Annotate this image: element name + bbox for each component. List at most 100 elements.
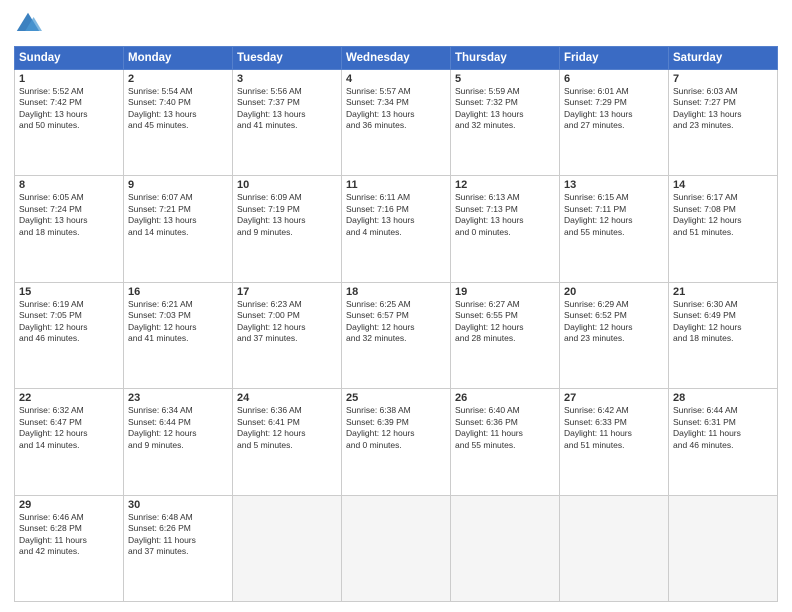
logo [14,10,46,38]
day-info: Sunrise: 6:48 AMSunset: 6:26 PMDaylight:… [128,512,228,558]
calendar-day-cell [233,495,342,601]
calendar-day-cell: 12Sunrise: 6:13 AMSunset: 7:13 PMDayligh… [451,176,560,282]
day-info: Sunrise: 6:32 AMSunset: 6:47 PMDaylight:… [19,405,119,451]
day-number: 11 [346,179,446,191]
calendar-day-cell: 23Sunrise: 6:34 AMSunset: 6:44 PMDayligh… [124,389,233,495]
calendar-week-row: 29Sunrise: 6:46 AMSunset: 6:28 PMDayligh… [15,495,778,601]
day-info: Sunrise: 6:07 AMSunset: 7:21 PMDaylight:… [128,192,228,238]
calendar-day-cell: 19Sunrise: 6:27 AMSunset: 6:55 PMDayligh… [451,282,560,388]
calendar-day-cell: 14Sunrise: 6:17 AMSunset: 7:08 PMDayligh… [669,176,778,282]
day-info: Sunrise: 6:17 AMSunset: 7:08 PMDaylight:… [673,192,773,238]
day-number: 23 [128,392,228,404]
day-number: 19 [455,286,555,298]
calendar-day-cell: 4Sunrise: 5:57 AMSunset: 7:34 PMDaylight… [342,70,451,176]
day-number: 13 [564,179,664,191]
day-info: Sunrise: 5:56 AMSunset: 7:37 PMDaylight:… [237,86,337,132]
calendar-week-row: 1Sunrise: 5:52 AMSunset: 7:42 PMDaylight… [15,70,778,176]
calendar-day-cell [451,495,560,601]
day-info: Sunrise: 6:29 AMSunset: 6:52 PMDaylight:… [564,299,664,345]
day-number: 30 [128,499,228,511]
day-info: Sunrise: 6:44 AMSunset: 6:31 PMDaylight:… [673,405,773,451]
calendar-day-cell: 30Sunrise: 6:48 AMSunset: 6:26 PMDayligh… [124,495,233,601]
day-info: Sunrise: 5:57 AMSunset: 7:34 PMDaylight:… [346,86,446,132]
day-number: 12 [455,179,555,191]
calendar-day-cell: 11Sunrise: 6:11 AMSunset: 7:16 PMDayligh… [342,176,451,282]
day-number: 4 [346,73,446,85]
day-info: Sunrise: 6:36 AMSunset: 6:41 PMDaylight:… [237,405,337,451]
day-number: 21 [673,286,773,298]
day-info: Sunrise: 6:38 AMSunset: 6:39 PMDaylight:… [346,405,446,451]
day-info: Sunrise: 6:30 AMSunset: 6:49 PMDaylight:… [673,299,773,345]
calendar-header-row: SundayMondayTuesdayWednesdayThursdayFrid… [15,47,778,70]
day-info: Sunrise: 5:54 AMSunset: 7:40 PMDaylight:… [128,86,228,132]
day-info: Sunrise: 6:40 AMSunset: 6:36 PMDaylight:… [455,405,555,451]
logo-icon [14,10,42,38]
day-number: 27 [564,392,664,404]
day-number: 26 [455,392,555,404]
day-number: 5 [455,73,555,85]
header [14,10,778,38]
calendar-day-cell: 15Sunrise: 6:19 AMSunset: 7:05 PMDayligh… [15,282,124,388]
calendar-day-cell: 25Sunrise: 6:38 AMSunset: 6:39 PMDayligh… [342,389,451,495]
page: SundayMondayTuesdayWednesdayThursdayFrid… [0,0,792,612]
day-info: Sunrise: 6:27 AMSunset: 6:55 PMDaylight:… [455,299,555,345]
calendar-day-cell: 10Sunrise: 6:09 AMSunset: 7:19 PMDayligh… [233,176,342,282]
day-info: Sunrise: 6:21 AMSunset: 7:03 PMDaylight:… [128,299,228,345]
day-number: 29 [19,499,119,511]
day-info: Sunrise: 6:09 AMSunset: 7:19 PMDaylight:… [237,192,337,238]
day-info: Sunrise: 6:23 AMSunset: 7:00 PMDaylight:… [237,299,337,345]
calendar-day-cell: 27Sunrise: 6:42 AMSunset: 6:33 PMDayligh… [560,389,669,495]
calendar-day-cell: 2Sunrise: 5:54 AMSunset: 7:40 PMDaylight… [124,70,233,176]
calendar-week-row: 8Sunrise: 6:05 AMSunset: 7:24 PMDaylight… [15,176,778,282]
calendar-day-cell: 5Sunrise: 5:59 AMSunset: 7:32 PMDaylight… [451,70,560,176]
calendar-day-cell: 18Sunrise: 6:25 AMSunset: 6:57 PMDayligh… [342,282,451,388]
calendar-week-row: 22Sunrise: 6:32 AMSunset: 6:47 PMDayligh… [15,389,778,495]
day-number: 28 [673,392,773,404]
day-info: Sunrise: 6:01 AMSunset: 7:29 PMDaylight:… [564,86,664,132]
day-info: Sunrise: 5:52 AMSunset: 7:42 PMDaylight:… [19,86,119,132]
calendar-week-row: 15Sunrise: 6:19 AMSunset: 7:05 PMDayligh… [15,282,778,388]
calendar-body: 1Sunrise: 5:52 AMSunset: 7:42 PMDaylight… [15,70,778,602]
day-number: 25 [346,392,446,404]
day-info: Sunrise: 6:15 AMSunset: 7:11 PMDaylight:… [564,192,664,238]
calendar-header-cell: Sunday [15,47,124,70]
day-number: 1 [19,73,119,85]
day-number: 10 [237,179,337,191]
calendar-day-cell: 16Sunrise: 6:21 AMSunset: 7:03 PMDayligh… [124,282,233,388]
day-number: 2 [128,73,228,85]
calendar-header-cell: Thursday [451,47,560,70]
calendar-header-cell: Wednesday [342,47,451,70]
calendar-day-cell: 20Sunrise: 6:29 AMSunset: 6:52 PMDayligh… [560,282,669,388]
calendar: SundayMondayTuesdayWednesdayThursdayFrid… [14,46,778,602]
day-number: 18 [346,286,446,298]
calendar-day-cell [342,495,451,601]
calendar-header-cell: Monday [124,47,233,70]
day-number: 15 [19,286,119,298]
calendar-day-cell: 22Sunrise: 6:32 AMSunset: 6:47 PMDayligh… [15,389,124,495]
day-number: 6 [564,73,664,85]
calendar-day-cell: 29Sunrise: 6:46 AMSunset: 6:28 PMDayligh… [15,495,124,601]
day-number: 17 [237,286,337,298]
calendar-day-cell: 13Sunrise: 6:15 AMSunset: 7:11 PMDayligh… [560,176,669,282]
day-info: Sunrise: 6:05 AMSunset: 7:24 PMDaylight:… [19,192,119,238]
calendar-day-cell: 9Sunrise: 6:07 AMSunset: 7:21 PMDaylight… [124,176,233,282]
day-info: Sunrise: 6:03 AMSunset: 7:27 PMDaylight:… [673,86,773,132]
day-number: 3 [237,73,337,85]
day-number: 9 [128,179,228,191]
calendar-day-cell: 21Sunrise: 6:30 AMSunset: 6:49 PMDayligh… [669,282,778,388]
calendar-day-cell: 28Sunrise: 6:44 AMSunset: 6:31 PMDayligh… [669,389,778,495]
day-info: Sunrise: 6:42 AMSunset: 6:33 PMDaylight:… [564,405,664,451]
day-number: 22 [19,392,119,404]
day-info: Sunrise: 6:25 AMSunset: 6:57 PMDaylight:… [346,299,446,345]
day-info: Sunrise: 6:11 AMSunset: 7:16 PMDaylight:… [346,192,446,238]
day-number: 16 [128,286,228,298]
calendar-day-cell: 17Sunrise: 6:23 AMSunset: 7:00 PMDayligh… [233,282,342,388]
day-info: Sunrise: 5:59 AMSunset: 7:32 PMDaylight:… [455,86,555,132]
day-info: Sunrise: 6:13 AMSunset: 7:13 PMDaylight:… [455,192,555,238]
day-number: 8 [19,179,119,191]
calendar-day-cell: 24Sunrise: 6:36 AMSunset: 6:41 PMDayligh… [233,389,342,495]
calendar-day-cell: 3Sunrise: 5:56 AMSunset: 7:37 PMDaylight… [233,70,342,176]
calendar-header-cell: Tuesday [233,47,342,70]
day-info: Sunrise: 6:19 AMSunset: 7:05 PMDaylight:… [19,299,119,345]
calendar-day-cell: 7Sunrise: 6:03 AMSunset: 7:27 PMDaylight… [669,70,778,176]
